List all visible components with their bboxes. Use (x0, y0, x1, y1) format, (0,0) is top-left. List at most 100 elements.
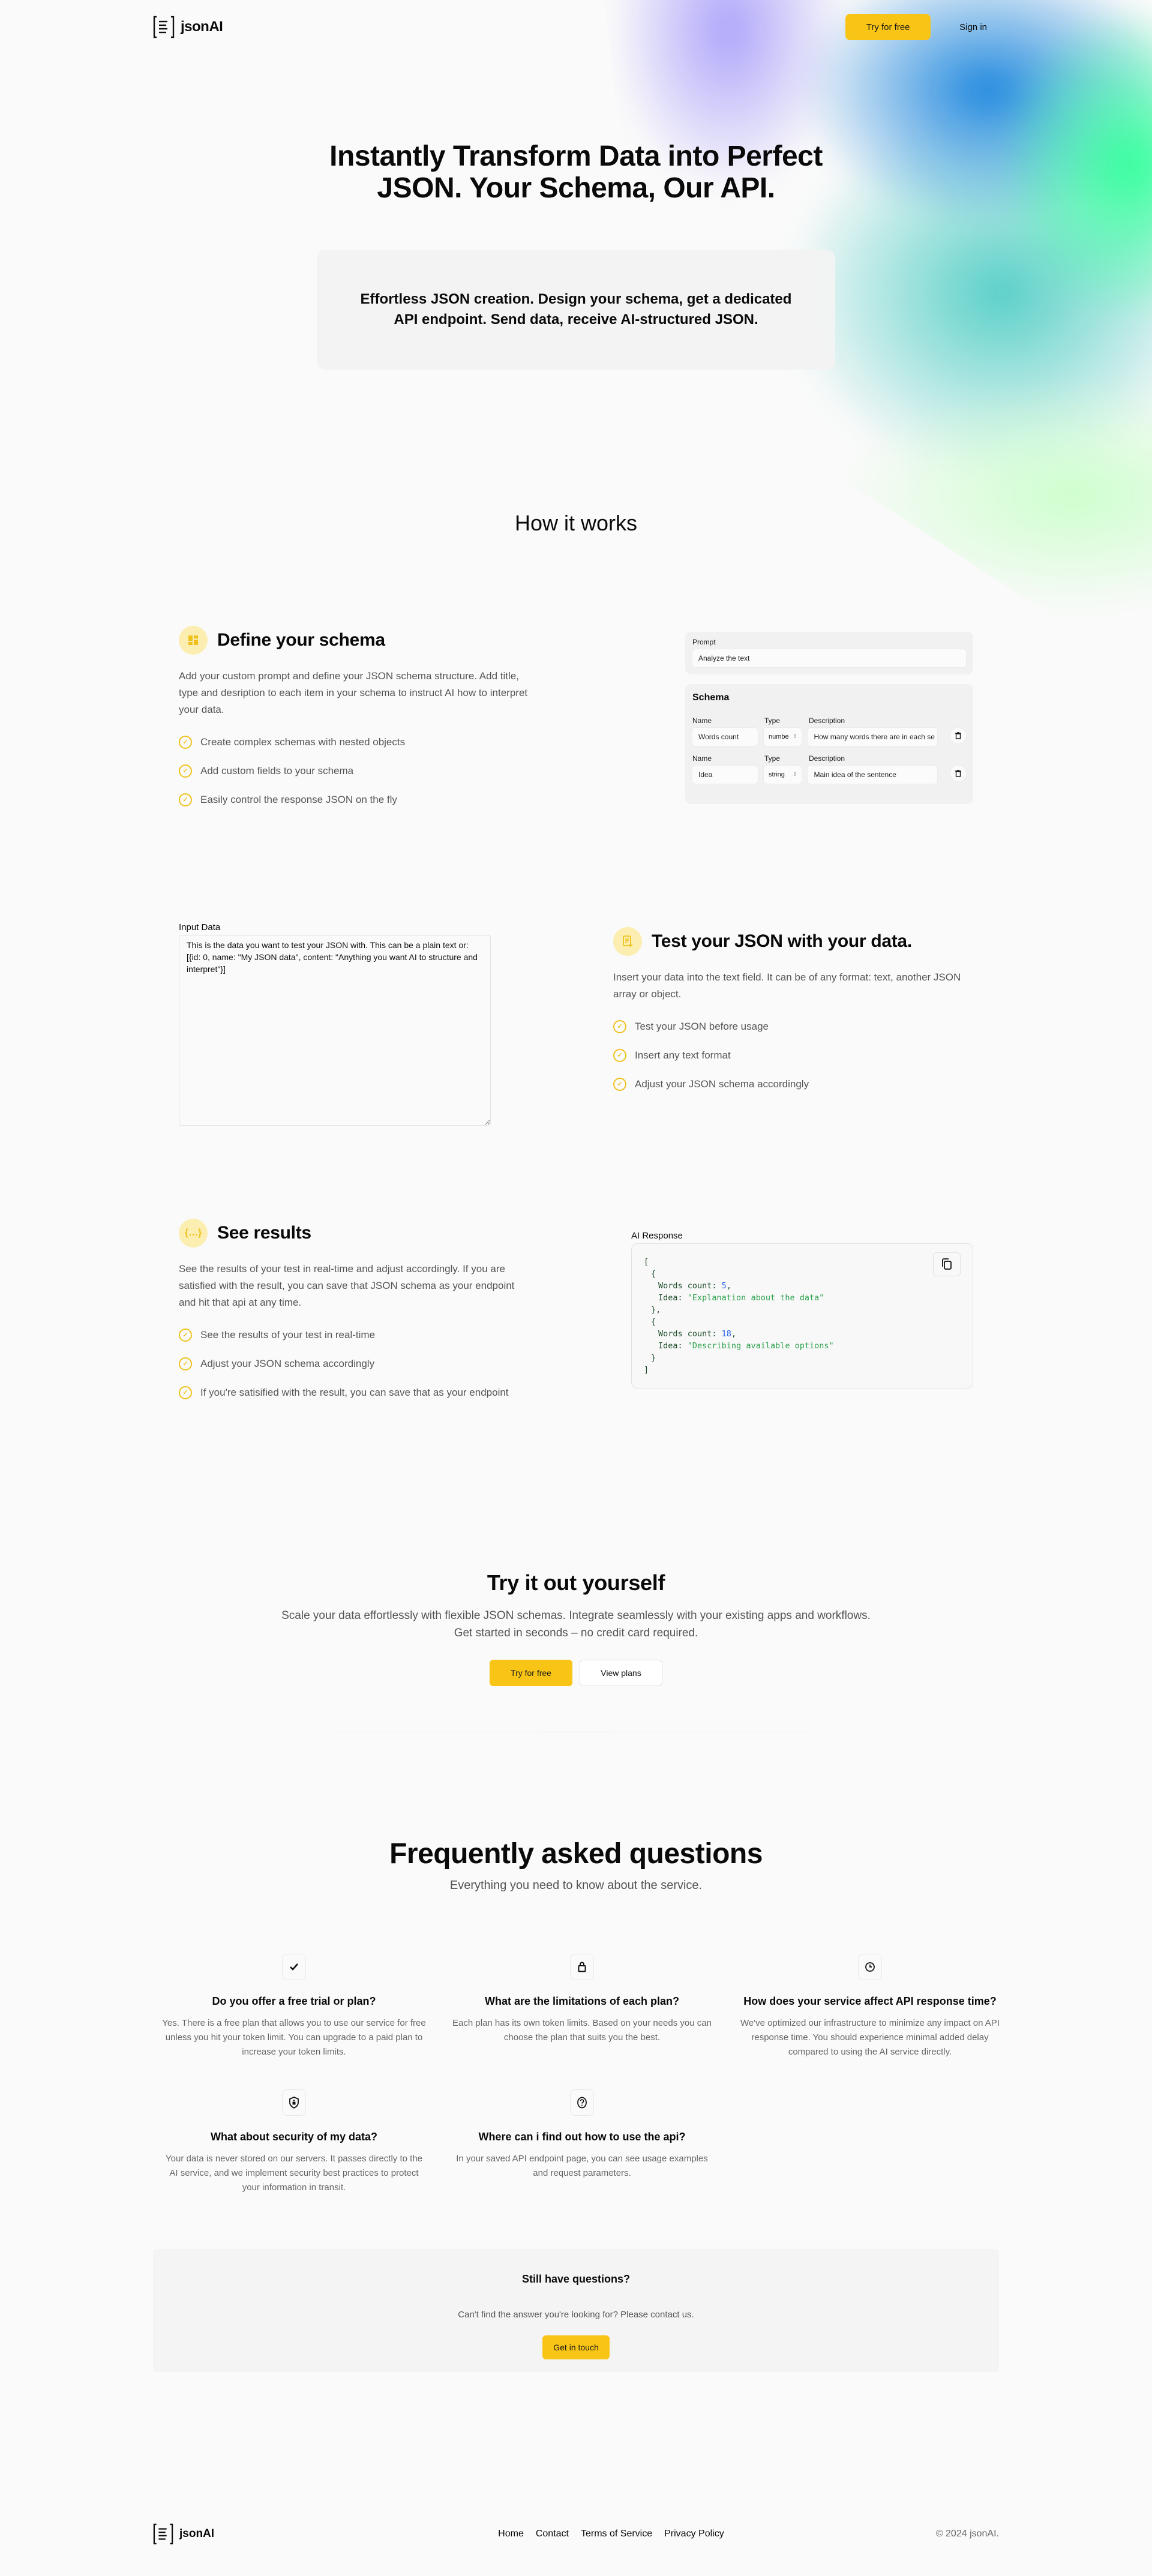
ai-response-code: [ { Words count: 5, Idea: "Explanation a… (631, 1243, 973, 1389)
faq-answer: We've optimized our infrastructure to mi… (740, 2018, 1000, 2058)
faq-item: Do you offer a free trial or plan? Yes. … (162, 1954, 426, 2059)
check-circle-icon: ✓ (613, 1019, 626, 1033)
sign-in-link[interactable]: Sign in (959, 22, 987, 32)
faq-question: What are the limitations of each plan? (484, 1995, 680, 2008)
logo-text: jsonAI (179, 2527, 215, 2541)
contact-callout-text: Can't find the answer you're looking for… (458, 2310, 694, 2320)
hero-subtitle: Effortless JSON creation. Design your sc… (360, 291, 792, 328)
faq-answer: Your data is never stored on our servers… (166, 2154, 422, 2193)
step-see-results: {…} See results See the results of your … (0, 1218, 1152, 1413)
get-in-touch-button[interactable]: Get in touch (542, 2335, 610, 2360)
trash-icon[interactable] (950, 728, 966, 744)
braces-icon: {…} (179, 1218, 208, 1247)
schema-field-row: Idea string ⇕ Main idea of the sentence (692, 763, 966, 784)
field-type-select[interactable]: string ⇕ (764, 765, 802, 784)
type-label: Type (764, 754, 781, 763)
input-data-textarea[interactable] (179, 934, 491, 1126)
header-try-free-button[interactable]: Try for free (845, 14, 931, 40)
trash-icon[interactable] (950, 766, 966, 782)
copy-icon (942, 1258, 952, 1270)
type-label: Type (764, 716, 781, 725)
description-label: Description (809, 716, 845, 725)
name-label: Name (692, 754, 712, 763)
check-circle-icon: ✓ (179, 793, 192, 806)
list-item: ✓ See the results of your test in real-ti… (179, 1327, 533, 1344)
faq-section: Frequently asked questions Everything yo… (0, 1837, 1152, 2373)
step-benefits-list: ✓ Test your JSON before usage ✓ Insert any… (613, 1018, 973, 1093)
name-label: Name (692, 716, 712, 725)
list-item: ✓ Create complex schemas with nested obje… (179, 734, 539, 751)
field-type-select[interactable]: numbe ⇕ (764, 727, 802, 746)
schema-field-row: Words count numbe ⇕ How many words there … (692, 725, 966, 746)
field-description-input[interactable]: How many words there are in each se (808, 727, 938, 746)
list-item: ✓ Adjust your JSON schema accordingly (613, 1076, 973, 1093)
input-data-block: Input Data (179, 922, 491, 1129)
chevron-updown-icon: ⇕ (792, 771, 797, 778)
lock-icon (570, 1954, 594, 1981)
step-description: Insert your data into the text field. It… (613, 971, 961, 1000)
faq-item: What about security of my data? Your dat… (162, 2089, 426, 2195)
question-circle-icon (570, 2089, 594, 2116)
chevron-updown-icon: ⇕ (792, 733, 797, 740)
file-plus-icon (613, 926, 642, 956)
step-define-schema: Define your schema Add your custom promp… (0, 625, 1152, 820)
faq-question: Do you offer a free trial or plan? (212, 1995, 376, 2008)
faq-question: How does your service affect API respons… (743, 1995, 997, 2008)
faq-question: What about security of my data? (210, 2131, 378, 2143)
logo[interactable]: jsonAI (153, 15, 223, 39)
faq-item: Where can i find out how to use the api?… (450, 2089, 714, 2195)
list-item: ✓ Add custom fields to your schema (179, 763, 539, 779)
ai-response-block: AI Response [ { Words count: 5, Idea: "E… (631, 1231, 973, 1389)
logo-text: jsonAI (181, 19, 223, 35)
cta-try-free-button[interactable]: Try for free (490, 1660, 572, 1687)
list-item: ✓ If you're satisified with the result, y… (179, 1384, 533, 1401)
list-item: ✓ Adjust your JSON schema accordingly (179, 1356, 533, 1372)
faq-item: How does your service affect API respons… (738, 1954, 1002, 2059)
check-circle-icon: ✓ (613, 1049, 626, 1063)
copy-button[interactable] (933, 1252, 961, 1276)
schema-panel: Schema Name Type Description Words count… (685, 683, 973, 804)
hero-subtitle-card: Effortless JSON creation. Design your sc… (317, 249, 835, 370)
footer-link-contact[interactable]: Contact (536, 2529, 569, 2539)
footer-logo[interactable]: jsonAI (153, 2523, 214, 2545)
checkmark-icon (282, 1954, 306, 1981)
footer-link-home[interactable]: Home (498, 2529, 524, 2539)
cta-title: Try it out yourself (487, 1570, 665, 1596)
shield-lock-icon (282, 2089, 306, 2116)
step-title: Define your schema (217, 629, 385, 650)
contact-callout: Still have questions? Can't find the ans… (153, 2249, 999, 2373)
check-circle-icon: ✓ (179, 735, 192, 749)
step-benefits-list: ✓ Create complex schemas with nested obje… (179, 734, 539, 808)
footer-link-terms[interactable]: Terms of Service (581, 2529, 652, 2539)
check-circle-icon: ✓ (179, 1357, 192, 1371)
field-description-input[interactable]: Main idea of the sentence (808, 765, 938, 784)
logo-icon (153, 2523, 173, 2545)
step-test-json: Input Data Test your JSON with your data… (0, 922, 1152, 1129)
field-name-input[interactable]: Idea (692, 765, 758, 784)
footer-nav: Home Contact Terms of Service Privacy Po… (498, 2529, 724, 2539)
site-header: jsonAI Try for free Sign in (0, 0, 1152, 54)
faq-item: What are the limitations of each plan? E… (450, 1954, 714, 2059)
step-description: See the results of your test in real-tim… (179, 1262, 515, 1308)
step-title: See results (217, 1222, 311, 1243)
schema-editor-preview: Prompt Analyze the text Schema Name Type… (685, 631, 973, 804)
faq-answer: Yes. There is a free plan that allows yo… (162, 2018, 426, 2058)
step-title: Test your JSON with your data. (652, 931, 912, 951)
check-circle-icon: ✓ (179, 1386, 192, 1400)
faq-title: Frequently asked questions (389, 1838, 763, 1870)
view-plans-button[interactable]: View plans (580, 1660, 662, 1687)
site-footer: jsonAI Home Contact Terms of Service Pri… (0, 2516, 1152, 2552)
field-name-input[interactable]: Words count (692, 727, 758, 746)
check-circle-icon: ✓ (179, 1329, 192, 1342)
clock-icon (858, 1954, 882, 1981)
cta-description: Scale your data effortlessly with flexib… (281, 1609, 871, 1639)
schema-title: Schema (692, 692, 730, 703)
cta-section: Try it out yourself Scale your data effo… (0, 1570, 1152, 1687)
prompt-input[interactable]: Analyze the text (692, 649, 966, 667)
layout-grid-icon (179, 625, 208, 655)
input-data-label: Input Data (179, 922, 221, 932)
ai-response-label: AI Response (631, 1230, 683, 1241)
footer-link-privacy[interactable]: Privacy Policy (664, 2529, 724, 2539)
hero-section: Instantly Transform Data into Perfect JS… (0, 140, 1152, 370)
step-description: Add your custom prompt and define your J… (179, 670, 528, 715)
